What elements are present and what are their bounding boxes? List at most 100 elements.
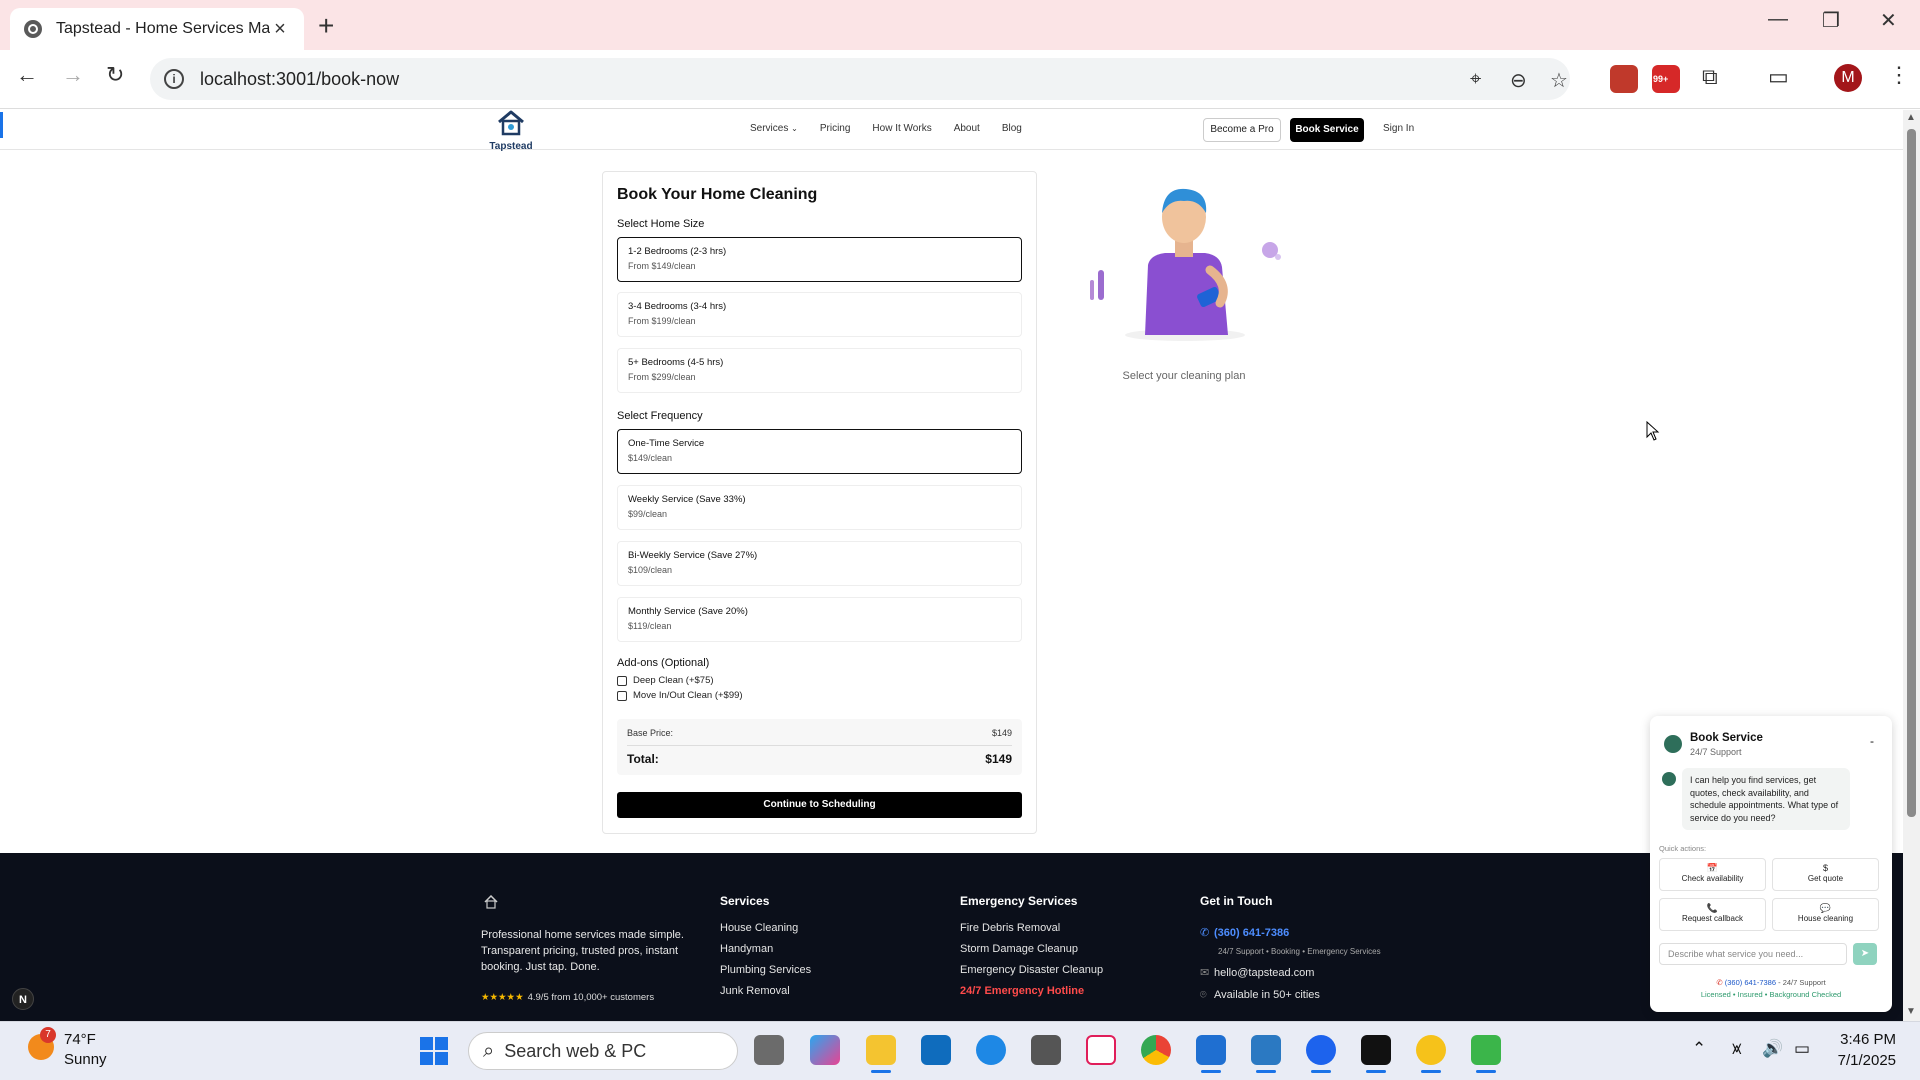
- windows-start-icon[interactable]: [420, 1037, 448, 1065]
- browser-tab[interactable]: Tapstead - Home Services Made ×: [10, 8, 304, 50]
- copilot-icon[interactable]: [810, 1035, 840, 1065]
- phone-icon: ✆: [1716, 978, 1723, 987]
- chrome-canary-icon[interactable]: [1416, 1035, 1446, 1073]
- footer-link[interactable]: Junk Removal: [720, 985, 811, 997]
- reload-icon[interactable]: ↻: [106, 62, 124, 88]
- total-label: Total:: [627, 752, 659, 766]
- emergency-hotline-link[interactable]: 24/7 Emergency Hotline: [960, 985, 1103, 997]
- terminal-app-icon[interactable]: [1361, 1035, 1391, 1073]
- dollar-icon: $: [1822, 863, 1828, 873]
- extension-icon[interactable]: [1610, 65, 1638, 93]
- home-size-option[interactable]: 5+ Bedrooms (4-5 hrs) From $299/clean: [617, 348, 1022, 393]
- clock-time[interactable]: 3:46 PM: [1836, 1031, 1896, 1048]
- frequency-option[interactable]: Monthly Service (Save 20%) $119/clean: [617, 597, 1022, 642]
- weather-temperature[interactable]: 74°F: [64, 1031, 96, 1048]
- app-icon[interactable]: [1471, 1035, 1501, 1073]
- chat-minimize-button[interactable]: -: [1870, 734, 1874, 748]
- footer-link[interactable]: Emergency Disaster Cleanup: [960, 964, 1103, 976]
- option-price: $99/clean: [628, 509, 668, 519]
- send-icon[interactable]: ➤: [1853, 943, 1877, 965]
- extensions-puzzle-icon[interactable]: ⧉: [1702, 64, 1718, 90]
- help-icon[interactable]: [976, 1035, 1006, 1065]
- addon-label: Move In/Out Clean (+$99): [633, 690, 743, 701]
- nextjs-dev-badge[interactable]: N: [12, 988, 34, 1010]
- footer-link[interactable]: Handyman: [720, 943, 811, 955]
- zoom-icon[interactable]: ⊖: [1510, 68, 1527, 93]
- quick-action-label: Request callback: [1682, 914, 1743, 923]
- check-availability-button[interactable]: 📅 Check availability: [1659, 858, 1766, 891]
- footer-link[interactable]: House Cleaning: [720, 922, 811, 934]
- file-explorer-icon[interactable]: [866, 1035, 896, 1073]
- checkbox[interactable]: [617, 690, 627, 701]
- scroll-down-arrow-icon[interactable]: ▼: [1906, 1006, 1916, 1017]
- new-tab-button[interactable]: +: [318, 10, 334, 42]
- footer-link[interactable]: Plumbing Services: [720, 964, 811, 976]
- sign-in-link[interactable]: Sign In: [1383, 123, 1414, 134]
- address-bar[interactable]: i localhost:3001/book-now: [150, 58, 1570, 100]
- footer-phone[interactable]: ✆ (360) 641-7386: [1200, 926, 1289, 939]
- tab-search-icon[interactable]: ▭: [1768, 64, 1789, 90]
- bookmark-star-icon[interactable]: ☆: [1550, 68, 1568, 93]
- option-price: $149/clean: [628, 453, 673, 463]
- slack-icon[interactable]: [1086, 1035, 1116, 1065]
- get-quote-button[interactable]: $ Get quote: [1772, 858, 1879, 891]
- frequency-option[interactable]: Bi-Weekly Service (Save 27%) $109/clean: [617, 541, 1022, 586]
- chrome-icon[interactable]: [1141, 1035, 1171, 1065]
- volume-icon[interactable]: 🔊: [1762, 1039, 1783, 1059]
- nav-blog[interactable]: Blog: [1002, 123, 1022, 134]
- frequency-option[interactable]: One-Time Service $149/clean: [617, 429, 1022, 474]
- close-tab-icon[interactable]: ×: [270, 18, 290, 41]
- more-menu-icon[interactable]: ⋮: [1888, 62, 1910, 88]
- nav-how-it-works[interactable]: How It Works: [872, 123, 931, 134]
- penguin-app-icon[interactable]: [1251, 1035, 1281, 1073]
- back-icon[interactable]: ←: [16, 62, 38, 88]
- page-scrollbar[interactable]: ▲ ▼: [1903, 110, 1920, 1021]
- location-pin-icon: ⌾: [1200, 989, 1207, 1001]
- home-size-option[interactable]: 1-2 Bedrooms (2-3 hrs) From $149/clean: [617, 237, 1022, 282]
- checkbox[interactable]: [617, 675, 627, 686]
- nav-about[interactable]: About: [954, 123, 980, 134]
- battery-icon[interactable]: ▭: [1794, 1039, 1810, 1059]
- wifi-icon[interactable]: ⩙: [1732, 1039, 1742, 1059]
- addon-move-clean[interactable]: Move In/Out Clean (+$99): [617, 690, 743, 701]
- minimize-window-icon[interactable]: —: [1768, 8, 1788, 31]
- extension-badge-icon[interactable]: 99+: [1652, 65, 1680, 93]
- chat-input[interactable]: Describe what service you need...: [1659, 943, 1847, 965]
- request-callback-button[interactable]: 📞 Request callback: [1659, 898, 1766, 931]
- close-window-icon[interactable]: ✕: [1880, 8, 1897, 33]
- frequency-option[interactable]: Weekly Service (Save 33%) $99/clean: [617, 485, 1022, 530]
- footer-email[interactable]: ✉ hello@tapstead.com: [1200, 966, 1314, 979]
- forward-icon[interactable]: →: [62, 62, 84, 88]
- microsoft-store-icon[interactable]: [921, 1035, 951, 1065]
- continue-to-scheduling-button[interactable]: Continue to Scheduling: [617, 792, 1022, 818]
- weather-condition[interactable]: Sunny: [64, 1051, 107, 1068]
- show-hidden-icons-icon[interactable]: ⌃: [1692, 1039, 1706, 1059]
- option-title: 5+ Bedrooms (4-5 hrs): [628, 357, 724, 368]
- tapstead-logo[interactable]: Tapstead: [484, 110, 538, 152]
- book-service-button[interactable]: Book Service: [1290, 118, 1364, 142]
- calendar-icon: 📅: [1706, 863, 1719, 873]
- scroll-up-arrow-icon[interactable]: ▲: [1906, 112, 1916, 123]
- notepad-icon[interactable]: [1196, 1035, 1226, 1073]
- docker-icon[interactable]: [1306, 1035, 1336, 1073]
- location-icon[interactable]: ⌖: [1470, 68, 1481, 91]
- footer-link[interactable]: Storm Damage Cleanup: [960, 943, 1103, 955]
- addon-label: Deep Clean (+$75): [633, 675, 714, 686]
- scrollbar-thumb[interactable]: [1907, 129, 1916, 817]
- nav-services[interactable]: Services ⌄: [750, 123, 798, 134]
- calculator-icon[interactable]: [1031, 1035, 1061, 1065]
- chat-phone-number[interactable]: (360) 641-7386: [1725, 978, 1776, 987]
- restore-window-icon[interactable]: ❐: [1822, 8, 1840, 33]
- house-cleaning-button[interactable]: 💬 House cleaning: [1772, 898, 1879, 931]
- taskbar-search[interactable]: ⌕ Search web & PC: [468, 1032, 738, 1070]
- footer-link[interactable]: Fire Debris Removal: [960, 922, 1103, 934]
- clock-date[interactable]: 7/1/2025: [1826, 1052, 1896, 1069]
- task-view-icon[interactable]: [754, 1035, 784, 1065]
- nav-pricing[interactable]: Pricing: [820, 123, 851, 134]
- addon-deep-clean[interactable]: Deep Clean (+$75): [617, 675, 714, 686]
- become-pro-button[interactable]: Become a Pro: [1203, 118, 1281, 142]
- quick-actions-label: Quick actions:: [1659, 844, 1707, 853]
- home-size-option[interactable]: 3-4 Bedrooms (3-4 hrs) From $199/clean: [617, 292, 1022, 337]
- profile-avatar[interactable]: M: [1834, 64, 1862, 92]
- site-info-icon[interactable]: i: [164, 69, 184, 89]
